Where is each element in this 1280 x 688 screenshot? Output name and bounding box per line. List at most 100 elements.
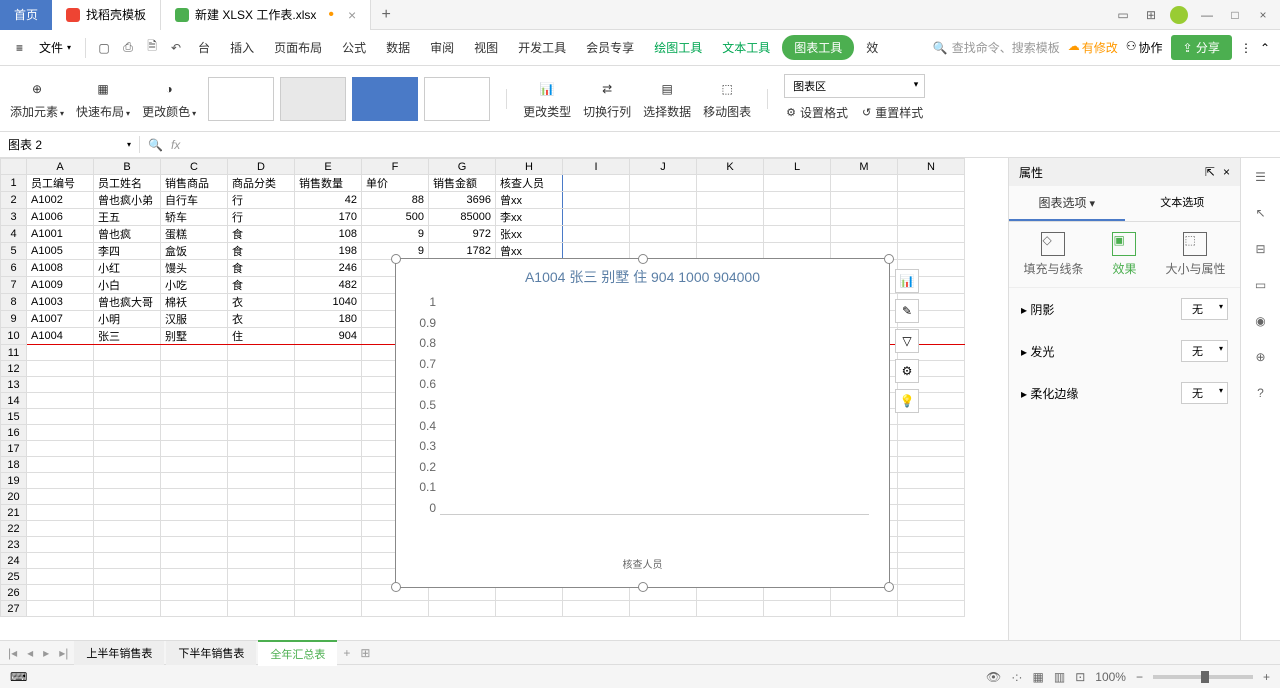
row-header[interactable]: 13 — [1, 377, 27, 393]
cell[interactable] — [161, 393, 228, 409]
col-header[interactable]: B — [94, 159, 161, 175]
print-icon[interactable]: ⎙ — [118, 38, 138, 58]
subtab-fill[interactable]: ◇填充与线条 — [1023, 232, 1083, 277]
zoom-slider[interactable] — [1153, 675, 1253, 679]
cell[interactable] — [94, 601, 161, 617]
cell[interactable]: 1782 — [429, 243, 496, 260]
tab-home[interactable]: 首页 — [0, 0, 52, 30]
cell[interactable]: 食 — [228, 277, 295, 294]
cell[interactable] — [764, 226, 831, 243]
file-menu[interactable]: 文件▾ — [33, 35, 77, 60]
more-icon[interactable]: ⋮ — [1240, 41, 1252, 55]
col-header[interactable]: D — [228, 159, 295, 175]
cell[interactable] — [94, 473, 161, 489]
row-header[interactable]: 20 — [1, 489, 27, 505]
cell[interactable] — [161, 489, 228, 505]
cell[interactable] — [831, 601, 898, 617]
cell[interactable] — [898, 521, 965, 537]
cell[interactable] — [295, 537, 362, 553]
cell[interactable] — [295, 553, 362, 569]
menu-formula[interactable]: 公式 — [334, 35, 374, 60]
cell[interactable]: 棉袄 — [161, 294, 228, 311]
rail-help-icon[interactable]: ? — [1250, 382, 1272, 404]
tab-chart-options[interactable]: 图表选项 ▾ — [1009, 186, 1125, 221]
add-sheet-icon[interactable]: + — [339, 646, 354, 660]
soft-select[interactable]: 无 — [1181, 382, 1228, 404]
cell[interactable] — [94, 441, 161, 457]
cell[interactable] — [295, 425, 362, 441]
cell[interactable]: 行 — [228, 192, 295, 209]
cell[interactable]: 85000 — [429, 209, 496, 226]
cell[interactable]: 销售金额 — [429, 175, 496, 192]
cell[interactable] — [764, 601, 831, 617]
cell[interactable]: 小明 — [94, 311, 161, 328]
row-header[interactable]: 23 — [1, 537, 27, 553]
cell[interactable] — [630, 175, 697, 192]
view-break-icon[interactable]: ⊡ — [1075, 670, 1085, 684]
cell[interactable] — [27, 505, 94, 521]
cell[interactable] — [697, 175, 764, 192]
cell[interactable] — [898, 175, 965, 192]
cell[interactable] — [429, 601, 496, 617]
cell[interactable] — [228, 361, 295, 377]
zoom-out-icon[interactable]: − — [1136, 670, 1143, 684]
cell[interactable] — [697, 192, 764, 209]
cell[interactable] — [27, 393, 94, 409]
cell[interactable] — [630, 226, 697, 243]
cell[interactable]: 销售商品 — [161, 175, 228, 192]
subtab-size[interactable]: ⬚大小与属性 — [1165, 232, 1225, 277]
cell[interactable]: A1002 — [27, 192, 94, 209]
cell[interactable] — [764, 209, 831, 226]
cell[interactable] — [831, 209, 898, 226]
col-header[interactable]: A — [27, 159, 94, 175]
cell[interactable] — [161, 377, 228, 393]
row-header[interactable]: 24 — [1, 553, 27, 569]
cell[interactable] — [898, 585, 965, 601]
rail-cursor-icon[interactable]: ↖ — [1250, 202, 1272, 224]
cell[interactable]: 246 — [295, 260, 362, 277]
cell[interactable] — [898, 425, 965, 441]
cell[interactable]: 1040 — [295, 294, 362, 311]
cell[interactable] — [161, 521, 228, 537]
share-button[interactable]: ⇪ 分享 — [1171, 35, 1232, 60]
layout-icon[interactable]: ▭ — [1110, 2, 1136, 28]
menu-start[interactable]: 台 — [190, 35, 218, 60]
row-header[interactable]: 2 — [1, 192, 27, 209]
row-header[interactable]: 8 — [1, 294, 27, 311]
menu-review[interactable]: 审阅 — [422, 35, 462, 60]
minimize-button[interactable]: — — [1194, 2, 1220, 28]
search-box[interactable]: 🔍 查找命令、搜索模板 — [933, 39, 1060, 56]
col-header[interactable]: J — [630, 159, 697, 175]
menu-draw-tools[interactable]: 绘图工具 — [646, 35, 710, 60]
cell[interactable] — [228, 585, 295, 601]
cell[interactable] — [228, 553, 295, 569]
cell[interactable] — [161, 409, 228, 425]
cell[interactable]: A1004 — [27, 328, 94, 345]
cell[interactable] — [898, 441, 965, 457]
tab-workbook[interactable]: 新建 XLSX 工作表.xlsx • × — [161, 0, 371, 30]
cell[interactable] — [295, 489, 362, 505]
cell[interactable] — [94, 489, 161, 505]
cell[interactable]: 蛋糕 — [161, 226, 228, 243]
rail-camera-icon[interactable]: ◉ — [1250, 310, 1272, 332]
cell[interactable] — [764, 192, 831, 209]
row-header[interactable]: 9 — [1, 311, 27, 328]
cell[interactable] — [295, 505, 362, 521]
cell[interactable]: 核查人员 — [496, 175, 563, 192]
chart-elements-button[interactable]: 📊 — [895, 269, 919, 293]
cell[interactable] — [228, 473, 295, 489]
col-header[interactable]: I — [563, 159, 630, 175]
cell[interactable]: 曾也疯小弟 — [94, 192, 161, 209]
cell[interactable] — [27, 569, 94, 585]
add-element-button[interactable]: ⊕添加元素 — [10, 77, 64, 120]
col-header[interactable]: C — [161, 159, 228, 175]
cell[interactable] — [94, 521, 161, 537]
cell[interactable] — [161, 361, 228, 377]
col-header[interactable]: K — [697, 159, 764, 175]
row-header[interactable]: 7 — [1, 277, 27, 294]
row-header[interactable]: 27 — [1, 601, 27, 617]
new-tab-button[interactable]: + — [371, 6, 401, 24]
apps-icon[interactable]: ⊞ — [1138, 2, 1164, 28]
cell[interactable]: 食 — [228, 226, 295, 243]
cell[interactable]: 盒饭 — [161, 243, 228, 260]
